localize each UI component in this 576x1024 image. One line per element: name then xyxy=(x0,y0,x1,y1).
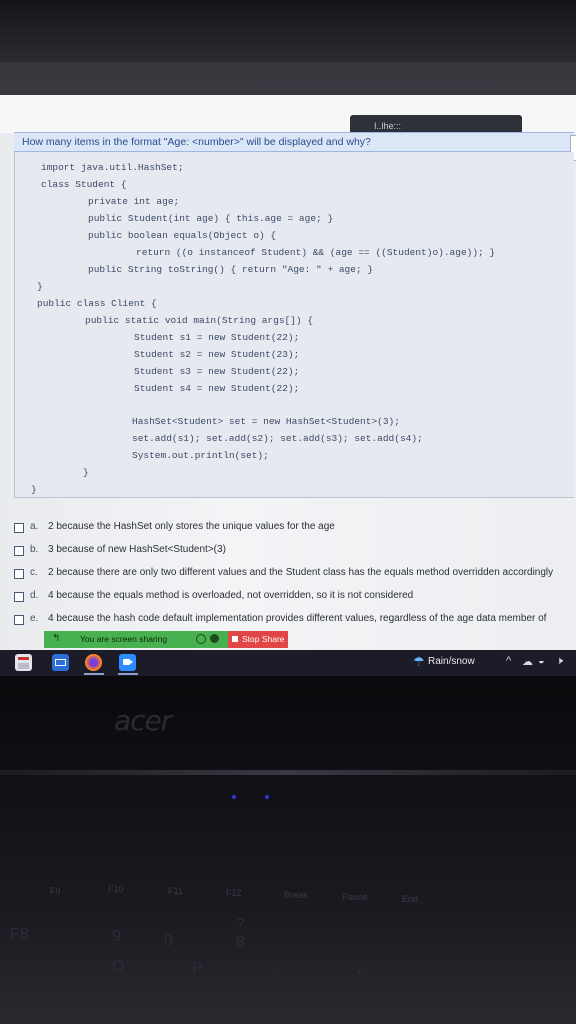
key-label: Break xyxy=(284,890,308,900)
speaker-icon[interactable]: 🕨 xyxy=(556,655,563,668)
share-indicator-icon xyxy=(196,634,206,644)
monitor-bezel-band xyxy=(0,62,576,92)
code-line: Student s1 = new Student(22); xyxy=(134,332,300,343)
code-line: HashSet<Student> set = new HashSet<Stude… xyxy=(132,416,400,427)
code-line: import java.util.HashSet; xyxy=(41,162,184,173)
laptop-hinge xyxy=(0,770,576,775)
question-bar: How many items in the format "Age: <numb… xyxy=(14,132,574,152)
code-line: public class Client { xyxy=(37,298,157,309)
zoom-icon[interactable] xyxy=(119,654,136,671)
active-app-indicator xyxy=(84,673,104,675)
checkbox[interactable] xyxy=(14,523,24,533)
option-letter: d. xyxy=(30,590,39,601)
key-label: O xyxy=(112,958,125,975)
key-label: * xyxy=(356,968,363,985)
key-label: 0 xyxy=(164,932,173,949)
key-label: 8 xyxy=(236,934,245,951)
code-line: } xyxy=(31,484,37,495)
option-text: 4 because the hash code default implemen… xyxy=(48,613,547,624)
key-label: F9 xyxy=(50,886,61,896)
screen-share-bar[interactable]: ↰ You are screen sharing xyxy=(44,631,230,648)
option-text: 2 because there are only two different v… xyxy=(48,567,554,578)
checkbox[interactable] xyxy=(14,615,24,625)
checkbox[interactable] xyxy=(14,546,24,556)
option-letter: e. xyxy=(30,613,39,624)
option-letter: b. xyxy=(30,544,39,555)
option-text: 4 because the equals method is overloade… xyxy=(48,590,414,601)
key-label: F8 xyxy=(10,926,29,943)
laptop-body: acer F9 F10 F11 F12 Break Pause End F8 ?… xyxy=(0,676,576,1024)
stop-icon xyxy=(232,636,238,642)
code-line: class Student { xyxy=(41,179,127,190)
acer-logo: acer xyxy=(114,704,172,737)
calendar-icon[interactable] xyxy=(15,654,32,671)
option-text: 2 because the HashSet only stores the un… xyxy=(48,521,335,532)
key-label: F11 xyxy=(168,886,183,896)
screen-share-status: You are screen sharing xyxy=(80,634,168,644)
code-line: set.add(s1); set.add(s2); set.add(s3); s… xyxy=(132,433,423,444)
option-letter: c. xyxy=(30,567,38,578)
key-label: F10 xyxy=(108,884,124,894)
active-app-indicator xyxy=(118,673,138,675)
code-line: Student s4 = new Student(22); xyxy=(134,383,300,394)
key-label: End xyxy=(402,894,419,904)
share-shield-icon xyxy=(210,634,219,643)
code-line: public boolean equals(Object o) { xyxy=(88,230,277,241)
code-line: public static void main(String args[]) { xyxy=(85,315,314,326)
key-label: ? xyxy=(236,916,245,933)
key-label: - xyxy=(276,964,282,981)
checkbox[interactable] xyxy=(14,592,24,602)
code-line: } xyxy=(83,467,89,478)
code-line: Student s3 = new Student(22); xyxy=(134,366,300,377)
code-line: public Student(int age) { this.age = age… xyxy=(88,213,334,224)
status-led xyxy=(265,795,269,799)
option-text: 3 because of new HashSet<Student>(3) xyxy=(48,544,226,555)
stop-share-label: Stop Share xyxy=(242,634,285,644)
question-text: How many items in the format "Age: <numb… xyxy=(22,136,371,148)
taskbar: ☂ Rain/snow ^ ☁ ◒ 🕨 xyxy=(0,650,576,676)
key-label: 9 xyxy=(112,928,121,945)
mail-icon[interactable] xyxy=(52,654,69,671)
code-panel: import java.util.HashSet; class Student … xyxy=(14,152,574,498)
code-line: public String toString() { return "Age: … xyxy=(88,264,374,275)
key-label: F12 xyxy=(226,888,242,898)
code-line: } xyxy=(37,281,43,292)
weather-label[interactable]: Rain/snow xyxy=(428,656,475,667)
key-label: P xyxy=(192,960,203,977)
share-arrow-icon: ↰ xyxy=(52,633,61,644)
stop-share-button[interactable]: Stop Share xyxy=(228,631,288,648)
firefox-icon[interactable] xyxy=(85,654,102,671)
chevron-up-icon[interactable]: ^ xyxy=(506,655,511,667)
code-line: System.out.println(set); xyxy=(132,450,269,461)
code-line: return ((o instanceof Student) && (age =… xyxy=(136,247,496,258)
status-led xyxy=(232,795,236,799)
option-letter: a. xyxy=(30,521,39,532)
browser-screen: I..lhe::: How many items in the format "… xyxy=(0,95,576,655)
code-line: Student s2 = new Student(23); xyxy=(134,349,300,360)
onedrive-icon[interactable]: ☁ xyxy=(522,655,533,668)
key-label: Pause xyxy=(342,892,368,902)
umbrella-icon: ☂ xyxy=(413,654,425,669)
network-icon[interactable]: ◒ xyxy=(538,655,545,667)
checkbox[interactable] xyxy=(14,569,24,579)
code-line: private int age; xyxy=(88,196,180,207)
